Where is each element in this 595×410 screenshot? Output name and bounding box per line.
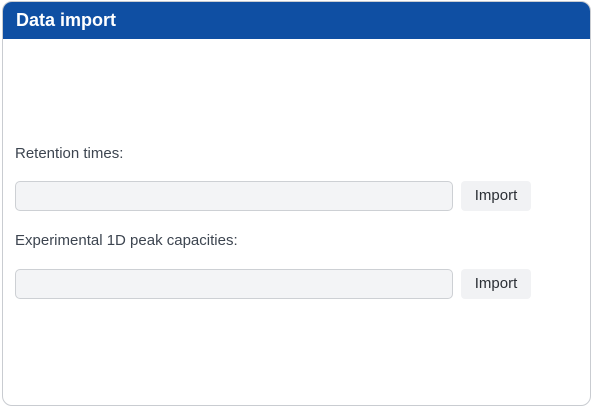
peak-capacities-import-button[interactable]: Import <box>461 269 531 299</box>
peak-capacities-label: Experimental 1D peak capacities: <box>15 232 238 249</box>
data-import-panel: Data import Retention times: Import Expe… <box>2 1 591 406</box>
retention-times-import-button[interactable]: Import <box>461 181 531 211</box>
panel-title: Data import <box>3 2 590 39</box>
peak-capacities-input[interactable] <box>15 269 453 299</box>
retention-times-label: Retention times: <box>15 145 124 162</box>
retention-times-input[interactable] <box>15 181 453 211</box>
